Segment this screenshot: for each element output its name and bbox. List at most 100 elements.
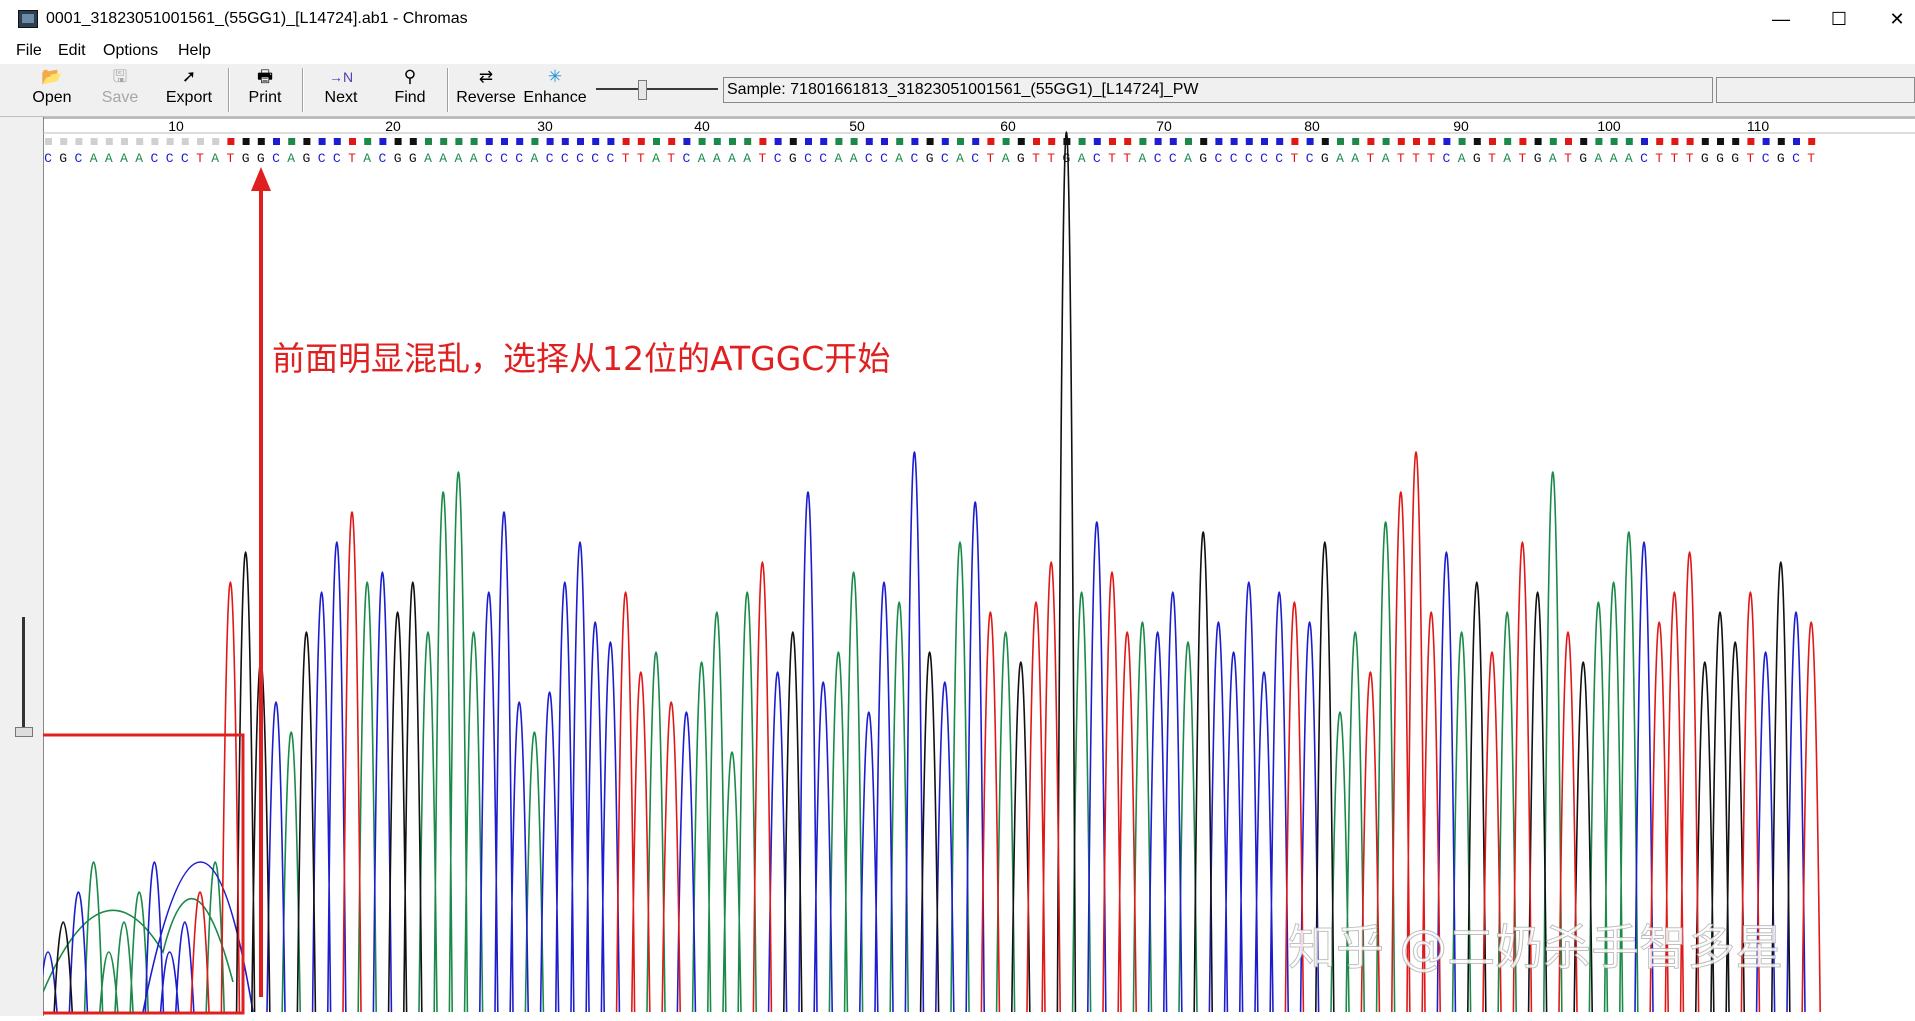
quality-bar (455, 138, 463, 145)
quality-bar (835, 138, 843, 145)
save-button[interactable]: 🖫 Save (101, 66, 139, 114)
quality-bar (1276, 138, 1284, 145)
base-call-letter: T (758, 151, 766, 166)
base-call-letter: C (74, 151, 82, 166)
slider-thumb[interactable] (638, 80, 647, 100)
quality-bar (1200, 138, 1208, 145)
ruler-tick-label: 70 (1156, 118, 1172, 134)
quality-bar (1625, 138, 1633, 145)
menu-help[interactable]: Help (178, 42, 211, 60)
quality-bar (1443, 138, 1451, 145)
base-call-letter: C (561, 151, 569, 166)
quality-bar (1641, 138, 1648, 145)
quality-bar (1215, 138, 1223, 145)
menu-file[interactable]: File (16, 42, 42, 60)
base-call-letter: T (1686, 151, 1694, 166)
quality-bar (1519, 138, 1527, 145)
quality-bar (1534, 138, 1542, 145)
quality-bar (698, 138, 706, 145)
quality-bar (1352, 138, 1360, 145)
quality-bar (1154, 138, 1162, 145)
quality-bar (1261, 138, 1268, 145)
ruler-tick-label: 50 (849, 118, 865, 134)
ruler-tick-label: 80 (1304, 118, 1320, 134)
base-sequence: CGCAAAACCCTATGGCAGCCTACGGAAAACCCACCCCCTT… (44, 151, 1815, 166)
find-button[interactable]: ⚲ Find (392, 66, 428, 114)
quality-bar (865, 138, 873, 145)
reverse-button[interactable]: ⇄ Reverse (456, 66, 516, 114)
base-call-letter: G (1777, 151, 1785, 166)
ruler-tick-label: 10 (168, 118, 184, 134)
base-call-letter: C (1169, 151, 1177, 166)
base-call-letter: T (1655, 151, 1663, 166)
base-call-letter: T (1670, 151, 1678, 166)
quality-bar (896, 138, 904, 145)
quality-bar (1656, 138, 1664, 145)
chromatogram-svg: 10 20 30 40 50 60 70 80 90 100 110 CGCAAAACCCTATGG… (29, 117, 1915, 1015)
base-call-letter: C (546, 151, 554, 166)
base-call-letter: C (774, 151, 782, 166)
base-call-letter: A (956, 151, 964, 166)
maximize-button[interactable]: ☐ (1810, 0, 1868, 38)
quality-bar (1230, 138, 1238, 145)
quality-bar (1595, 138, 1603, 145)
base-call-letter: C (272, 151, 280, 166)
quality-bar (1747, 138, 1755, 145)
enhance-button[interactable]: ✳ Enhance (523, 66, 586, 114)
quality-bar (911, 138, 919, 145)
base-call-letter: G (1199, 151, 1207, 166)
base-call-letter: G (1731, 151, 1739, 166)
quality-bar (1337, 138, 1344, 145)
base-call-letter: A (424, 151, 432, 166)
base-call-letter: A (652, 151, 660, 166)
base-call-letter: G (242, 151, 250, 166)
vertical-scale-thumb[interactable] (15, 727, 33, 737)
quality-bar (1549, 138, 1557, 145)
quality-bar (1033, 138, 1040, 145)
quality-bar (1808, 138, 1816, 145)
quality-bar (622, 138, 630, 145)
base-call-letter: C (378, 151, 386, 166)
quality-bar (197, 138, 204, 145)
base-call-letter: A (1625, 151, 1633, 166)
base-call-letter: C (819, 151, 827, 166)
quality-bar (1093, 138, 1101, 145)
quality-bar (227, 138, 235, 145)
quality-bar (1002, 138, 1010, 145)
base-call-letter: A (698, 151, 706, 166)
position-ruler: 10 20 30 40 50 60 70 80 90 100 110 (168, 118, 1769, 134)
close-button[interactable]: ✕ (1868, 0, 1915, 38)
quality-bar (531, 138, 539, 145)
export-button[interactable]: ➚ Export (162, 66, 216, 114)
base-call-letter: A (1458, 151, 1466, 166)
menu-edit[interactable]: Edit (58, 42, 86, 60)
base-call-letter: A (1351, 151, 1359, 166)
quality-bar (394, 138, 402, 145)
base-call-letter: T (196, 151, 204, 166)
quality-bar (926, 138, 934, 145)
quality-bar (1291, 138, 1299, 145)
quality-bar (1793, 138, 1800, 145)
menu-options[interactable]: Options (103, 42, 158, 60)
quality-bar (440, 138, 448, 145)
quality-bar (1671, 138, 1679, 145)
chromatogram-view[interactable]: 10 20 30 40 50 60 70 80 90 100 110 CGCAAAACCCTATGG… (29, 117, 1915, 1016)
quality-bar (75, 138, 83, 145)
ruler-tick-label: 110 (1747, 118, 1770, 134)
annotation-arrow-head (251, 167, 271, 191)
quality-bar (653, 138, 660, 145)
quality-bar (713, 138, 721, 145)
next-button[interactable]: →N Next (322, 66, 360, 114)
print-button[interactable]: 🖶 Print (245, 66, 285, 114)
base-call-letter: A (1610, 151, 1618, 166)
quality-bar (1504, 138, 1512, 145)
zoom-slider[interactable] (596, 74, 718, 104)
base-call-letter: C (910, 151, 918, 166)
base-call-letter: C (333, 151, 341, 166)
quality-bar (1078, 138, 1086, 145)
minimize-button[interactable]: — (1752, 0, 1810, 38)
base-call-letter: G (1579, 151, 1587, 166)
base-call-letter: A (1002, 151, 1010, 166)
quality-bar (1397, 138, 1405, 145)
open-button[interactable]: 📂 Open (30, 66, 74, 114)
